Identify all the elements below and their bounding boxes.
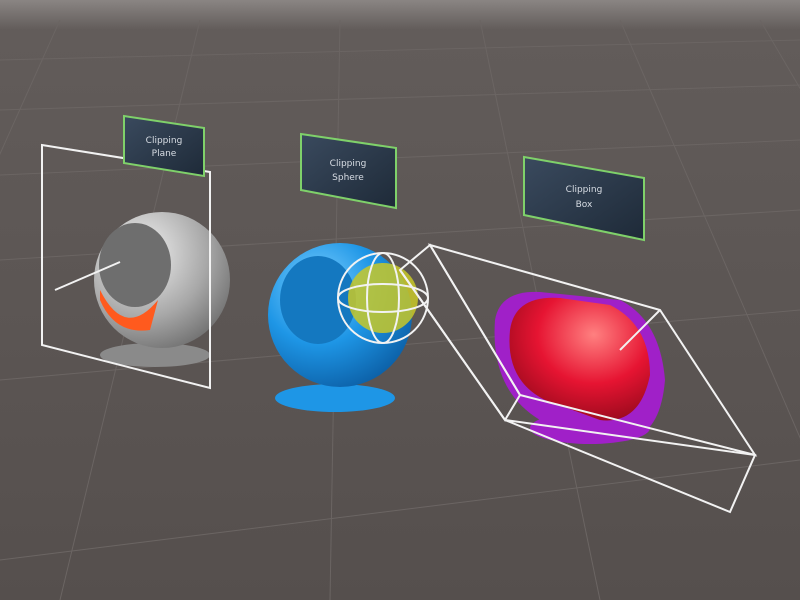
blue-sphere-inner bbox=[280, 256, 356, 344]
panel-line1: Clipping bbox=[566, 185, 603, 195]
3d-viewport[interactable]: Clipping Plane Clipping Sphere Clipping … bbox=[0, 0, 800, 600]
panel-line2: Sphere bbox=[332, 173, 364, 183]
panel-line1: Clipping bbox=[330, 159, 367, 169]
panel-line1: Clipping bbox=[146, 136, 183, 146]
panel-line2: Plane bbox=[152, 149, 177, 159]
clip-cut-area bbox=[348, 263, 418, 333]
blue-sphere-base bbox=[275, 384, 395, 412]
panel-line2: Box bbox=[576, 200, 593, 210]
gray-sphere-inner bbox=[99, 223, 171, 307]
